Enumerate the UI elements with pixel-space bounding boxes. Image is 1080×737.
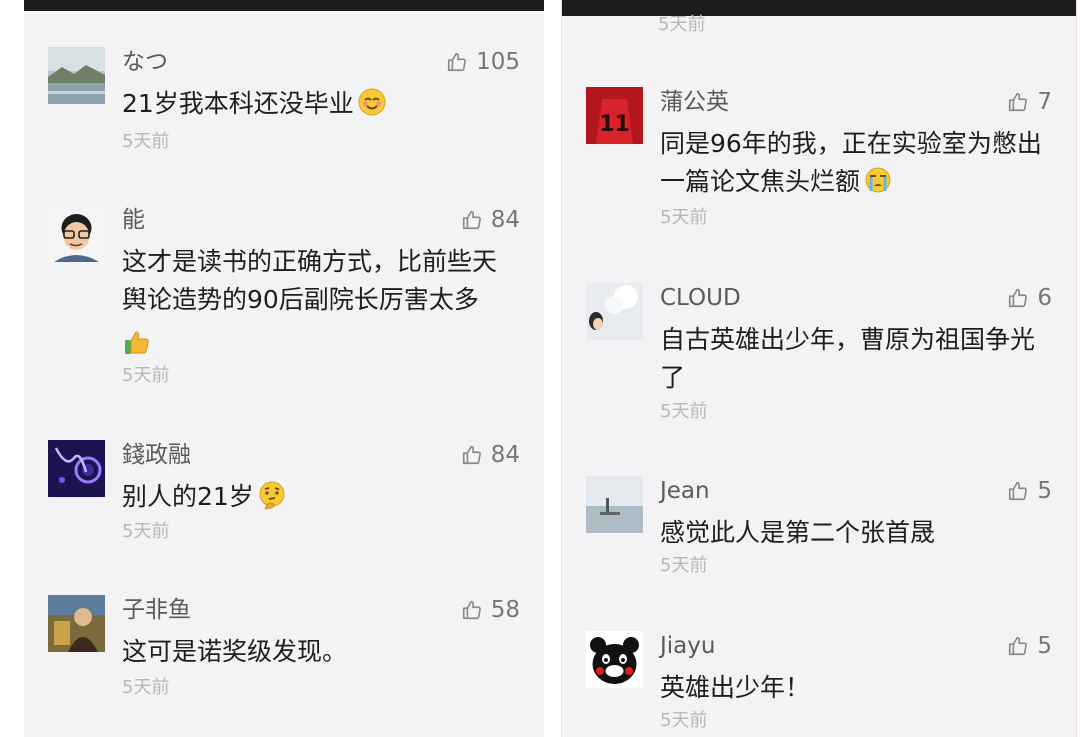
comment-text-line: 这才是读书的正确方式，比前些天 — [122, 247, 498, 276]
comment-text: 同是96年的我，正在实验室为憋出 一篇论文焦头烂额 — [660, 125, 1042, 201]
username[interactable]: 子非鱼 — [122, 595, 191, 625]
avatar[interactable] — [48, 47, 105, 104]
comment-text-line: 同是96年的我，正在实验室为憋出 — [660, 129, 1042, 158]
timestamp: 5天前 — [122, 521, 170, 542]
timestamp: 5天前 — [122, 365, 170, 386]
avatar[interactable] — [48, 205, 105, 262]
thumbs-up-icon — [446, 51, 468, 73]
avatar[interactable] — [48, 595, 105, 652]
username[interactable]: 蒲公英 — [660, 87, 729, 117]
thumbs-up-emoji-icon — [122, 327, 152, 357]
like-button[interactable]: 105 — [446, 47, 520, 77]
timestamp: 5天前 — [658, 14, 706, 35]
like-count: 6 — [1037, 285, 1052, 311]
username[interactable]: CLOUD — [660, 283, 741, 313]
timestamp: 5天前 — [660, 207, 708, 228]
comment-text-line: 自古英雄出少年，曹原为祖国争光 — [660, 325, 1036, 354]
comment-text: 21岁我本科还没毕业 — [122, 85, 387, 123]
like-button[interactable]: 84 — [461, 205, 520, 235]
thumbs-up-icon — [1007, 635, 1029, 657]
comment-text: 英雄出少年！ — [660, 673, 811, 702]
crying-face-icon — [863, 165, 893, 195]
like-button[interactable]: 58 — [461, 595, 520, 625]
avatar[interactable] — [586, 283, 643, 340]
svg-text:11: 11 — [599, 112, 630, 137]
comment-text: 这才是读书的正确方式，比前些天 舆论造势的90后副院长厉害太多 — [122, 243, 497, 367]
thumbs-up-icon — [461, 209, 483, 231]
username[interactable]: Jiayu — [660, 631, 715, 661]
like-button[interactable]: 5 — [1007, 476, 1052, 506]
timestamp: 5天前 — [122, 677, 170, 698]
top-bar — [562, 0, 1076, 16]
comment-text: 感觉此人是第二个张首晟 — [660, 518, 936, 547]
avatar[interactable] — [48, 440, 105, 497]
timestamp: 5天前 — [660, 555, 708, 576]
like-count: 58 — [490, 597, 520, 623]
thumbs-up-icon — [1007, 480, 1029, 502]
thumbs-up-icon — [461, 599, 483, 621]
comment-text-line: 一篇论文焦头烂额 — [660, 163, 1042, 201]
avatar[interactable] — [586, 631, 643, 688]
thumbs-up-icon — [1007, 287, 1029, 309]
like-count: 84 — [490, 207, 520, 233]
comment-text-line: 舆论造势的90后副院长厉害太多 — [122, 285, 479, 314]
username[interactable]: 錢政融 — [122, 440, 191, 470]
like-button[interactable]: 6 — [1007, 283, 1052, 313]
top-bar — [24, 0, 544, 11]
like-count: 5 — [1037, 633, 1052, 659]
comment-text: 自古英雄出少年，曹原为祖国争光 了 — [660, 321, 1035, 397]
comment-text: 这可是诺奖级发现。 — [122, 637, 348, 666]
timestamp: 5天前 — [122, 131, 170, 152]
like-count: 105 — [476, 49, 520, 75]
comment-text: 别人的21岁 — [122, 478, 287, 516]
thinking-face-icon — [257, 480, 287, 510]
comment-text-line: 了 — [660, 363, 686, 392]
username[interactable]: Jean — [660, 476, 710, 506]
smiling-face-icon — [357, 87, 387, 117]
thumbs-up-icon — [461, 444, 483, 466]
timestamp: 5天前 — [660, 401, 708, 422]
like-button[interactable]: 84 — [461, 440, 520, 470]
timestamp: 5天前 — [660, 710, 708, 731]
like-button[interactable]: 5 — [1007, 631, 1052, 661]
avatar[interactable] — [586, 476, 643, 533]
comment-panel-left: なつ 105 21岁我本科还没毕业 5天前 能 84 这才是读书的正确方式，比前… — [24, 0, 544, 737]
username[interactable]: なつ — [122, 47, 168, 77]
like-button[interactable]: 7 — [1007, 87, 1052, 117]
avatar[interactable]: 11 — [586, 87, 643, 144]
username[interactable]: 能 — [122, 205, 145, 235]
like-count: 5 — [1037, 478, 1052, 504]
like-count: 84 — [490, 442, 520, 468]
like-count: 7 — [1037, 89, 1052, 115]
thumbs-up-icon — [1007, 91, 1029, 113]
comment-panel-right: 5天前 11 蒲公英 7 同是96年的我，正在实验室为憋出 一篇论文焦头烂额 5… — [561, 0, 1077, 737]
